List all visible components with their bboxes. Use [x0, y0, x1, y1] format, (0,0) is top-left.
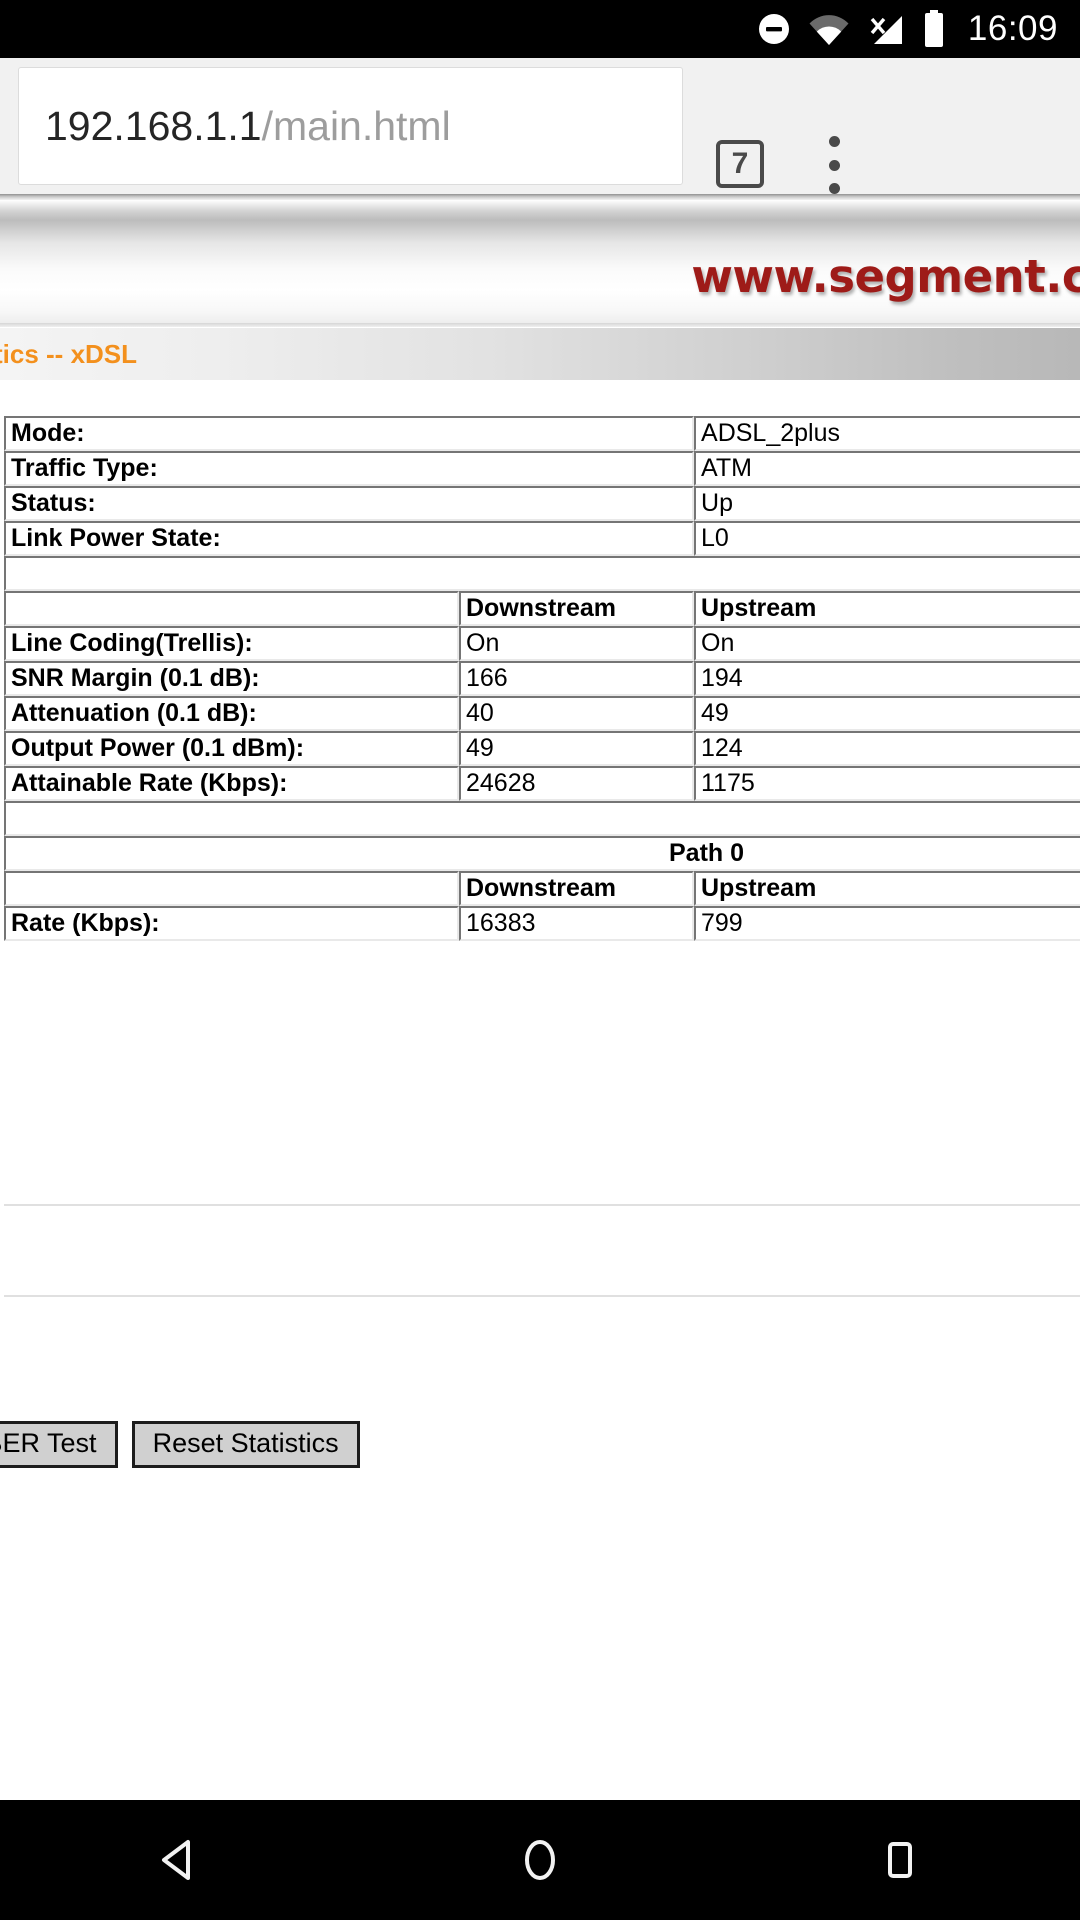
dsl-path0-table: Path 0 Downstream Upstream Rate (Kbps): …: [4, 836, 1080, 941]
page-title-bar: tics -- xDSL: [0, 328, 1080, 380]
stats-down-attenuation: 40: [459, 696, 694, 731]
tab-count-label: 7: [731, 147, 749, 180]
table-row: Traffic Type: ATM: [4, 451, 1080, 486]
info-value-mode: ADSL_2plus: [694, 416, 1080, 451]
statistics-tables: Mode: ADSL_2plus Traffic Type: ATM Statu…: [0, 416, 1080, 1469]
table-spacer-row: [4, 556, 1080, 591]
stats-down-line-coding: On: [459, 626, 694, 661]
do-not-disturb-icon: [756, 11, 792, 47]
path0-label-rate: Rate (Kbps):: [4, 906, 459, 941]
spacer-cell: [4, 801, 1080, 836]
stats-up-snr-margin: 194: [694, 661, 1080, 696]
menu-dot-2: [828, 159, 840, 171]
stats-down-attainable-rate: 24628: [459, 766, 694, 801]
table-spacer-row: [4, 801, 1080, 836]
table-row: SNR Margin (0.1 dB): 166 194: [4, 661, 1080, 696]
url-path-text: /main.html: [261, 102, 451, 149]
info-label-traffic-type: Traffic Type:: [4, 451, 695, 486]
path-title-row: Path 0: [4, 836, 1080, 871]
browser-menu-button[interactable]: [820, 136, 848, 194]
stats-up-line-coding: On: [694, 626, 1080, 661]
path0-header-blank: [4, 871, 459, 906]
recents-square-icon: [888, 1842, 912, 1878]
divider-below-buttons: [4, 1295, 1080, 1297]
path0-header-downstream: Downstream: [459, 871, 694, 906]
dsl-stats-table: Downstream Upstream Line Coding(Trellis)…: [4, 591, 1080, 836]
stats-down-output-power: 49: [459, 731, 694, 766]
recents-button[interactable]: [840, 1800, 960, 1920]
url-host-text: 192.168.1.1: [45, 102, 262, 149]
path0-down-rate: 16383: [459, 906, 694, 941]
table-header-row: Downstream Upstream: [4, 591, 1080, 626]
stats-down-snr-margin: 166: [459, 661, 694, 696]
spacer-cell: [4, 556, 1080, 591]
battery-full-icon: [922, 10, 946, 48]
phone-screen: 16:09 192.168.1.1/main.html 7 www.segmen…: [0, 0, 1080, 1920]
table-row: Attainable Rate (Kbps): 24628 1175: [4, 766, 1080, 801]
back-button[interactable]: [120, 1800, 240, 1920]
table-row: Rate (Kbps): 16383 799: [4, 906, 1080, 941]
stats-header-downstream: Downstream: [459, 591, 694, 626]
stats-label-attainable-rate: Attainable Rate (Kbps):: [4, 766, 459, 801]
table-header-row: Downstream Upstream: [4, 871, 1080, 906]
info-value-traffic-type: ATM: [694, 451, 1080, 486]
ber-test-button[interactable]: L BER Test: [0, 1421, 118, 1469]
stats-label-output-power: Output Power (0.1 dBm):: [4, 731, 459, 766]
table-row: Link Power State: L0: [4, 521, 1080, 556]
site-banner: www.segment.c: [0, 200, 1080, 325]
web-page-content: www.segment.c tics -- xDSL Mode: ADSL_2p…: [0, 200, 1080, 1800]
path0-title: Path 0: [4, 836, 1080, 871]
stats-up-output-power: 124: [694, 731, 1080, 766]
table-row: Output Power (0.1 dBm): 49 124: [4, 731, 1080, 766]
site-logo-text: www.segment.c: [691, 250, 1080, 303]
status-bar-clock: 16:09: [967, 9, 1058, 48]
stats-label-attenuation: Attenuation (0.1 dB):: [4, 696, 459, 731]
dsl-info-table: Mode: ADSL_2plus Traffic Type: ATM Statu…: [4, 416, 1080, 591]
table-row: Mode: ADSL_2plus: [4, 416, 1080, 451]
page-title: tics -- xDSL: [0, 338, 138, 369]
info-label-link-power-state: Link Power State:: [4, 521, 695, 556]
url-address-bar[interactable]: 192.168.1.1/main.html: [18, 67, 683, 185]
wifi-icon: [808, 13, 850, 46]
android-navigation-bar: [0, 1800, 1080, 1920]
android-status-bar: 16:09: [0, 0, 1080, 58]
home-circle-icon: [525, 1840, 555, 1880]
path0-up-rate: 799: [694, 906, 1080, 941]
stats-label-snr-margin: SNR Margin (0.1 dB):: [4, 661, 459, 696]
stats-header-blank: [4, 591, 459, 626]
stats-up-attenuation: 49: [694, 696, 1080, 731]
table-row: Status: Up: [4, 486, 1080, 521]
table-row: Attenuation (0.1 dB): 40 49: [4, 696, 1080, 731]
stats-up-attainable-rate: 1175: [694, 766, 1080, 801]
stats-header-upstream: Upstream: [694, 591, 1080, 626]
menu-dot-3: [828, 183, 840, 194]
table-row: Line Coding(Trellis): On On: [4, 626, 1080, 661]
tab-counter-button[interactable]: 7: [716, 140, 764, 188]
reset-statistics-button[interactable]: Reset Statistics: [131, 1421, 360, 1469]
menu-dot-1: [828, 136, 840, 147]
action-button-row: L BER Test Reset Statistics: [0, 1421, 360, 1469]
home-button[interactable]: [480, 1800, 600, 1920]
cell-signal-no-sim-icon: [866, 11, 906, 47]
info-label-status: Status:: [4, 486, 695, 521]
back-triangle-icon: [162, 1840, 190, 1880]
info-value-status: Up: [694, 486, 1080, 521]
divider-above-buttons: [4, 1204, 1080, 1206]
browser-toolbar: 192.168.1.1/main.html 7: [0, 58, 1080, 194]
info-label-mode: Mode:: [4, 416, 695, 451]
stats-label-line-coding: Line Coding(Trellis):: [4, 626, 459, 661]
path0-header-upstream: Upstream: [694, 871, 1080, 906]
banner-divider: [0, 323, 1080, 327]
info-value-link-power-state: L0: [694, 521, 1080, 556]
